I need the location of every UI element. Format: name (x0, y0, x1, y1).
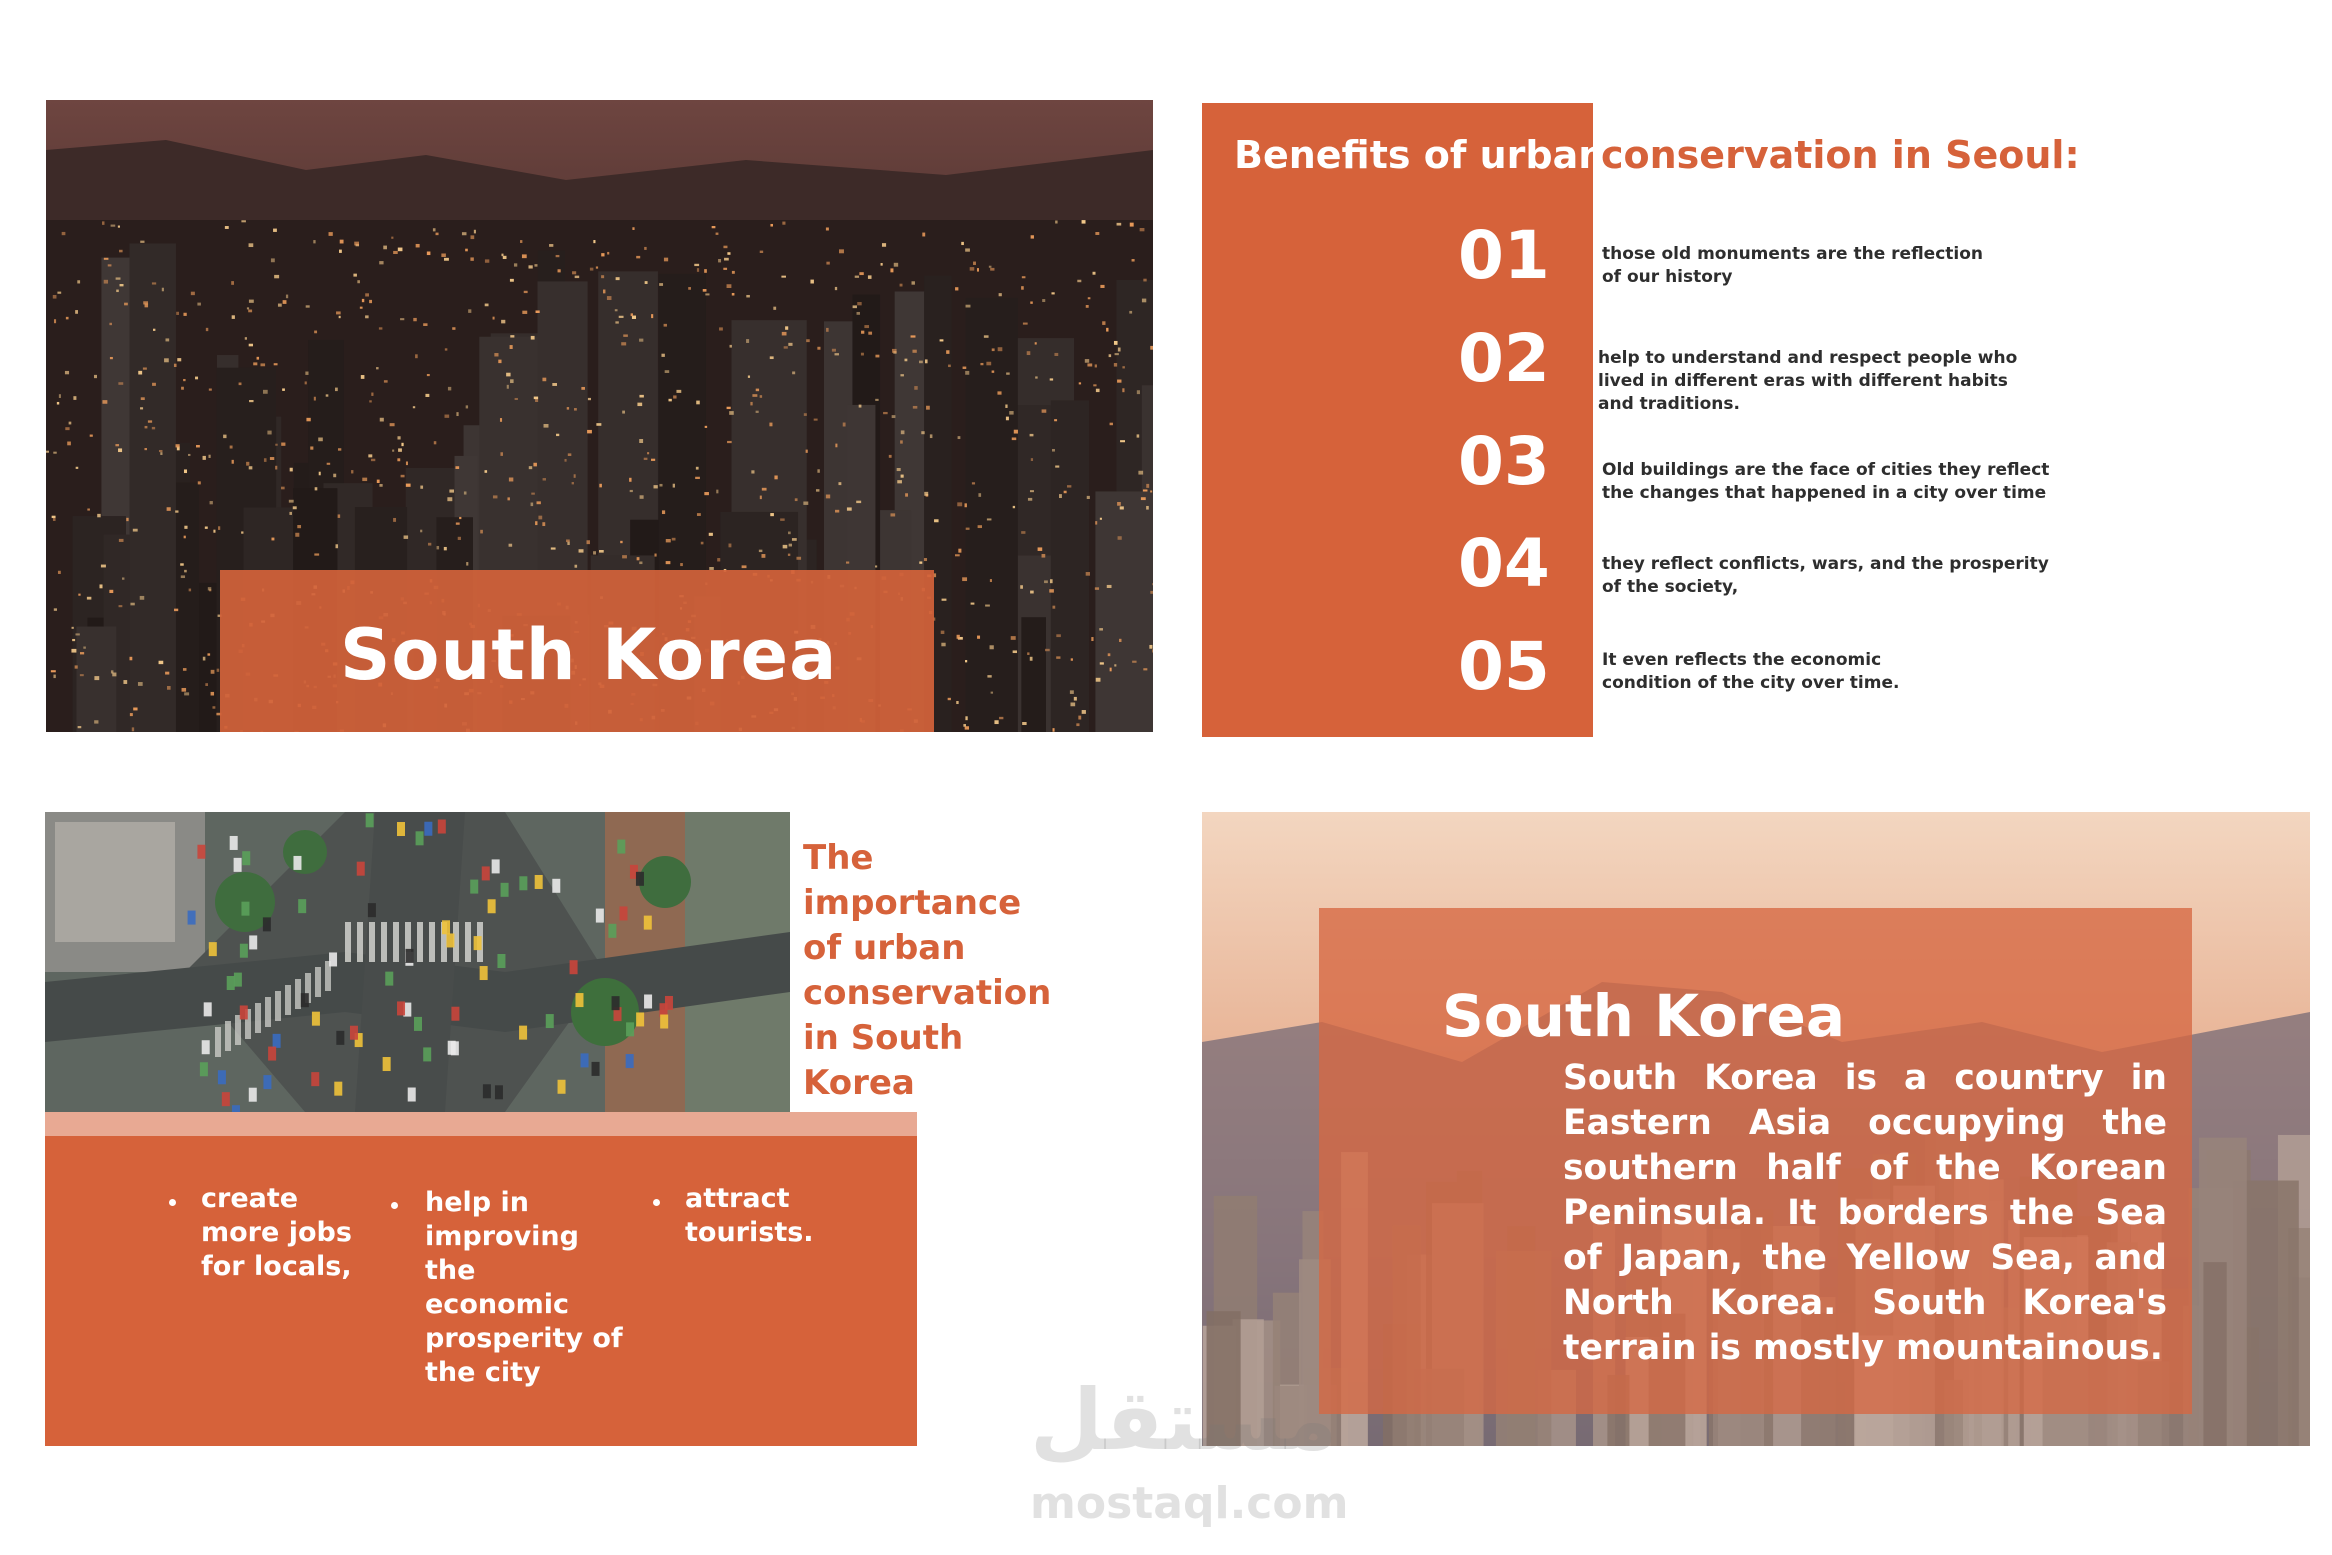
slide-south-korea-night: South Korea (46, 100, 1153, 732)
watermark-logo-latin: mostaql.com (1030, 1478, 1349, 1529)
watermark-logo-arabic: مستقل (1030, 1371, 1338, 1469)
benefit-number: 02 (1458, 320, 1550, 397)
benefit-number: 05 (1458, 628, 1550, 705)
benefit-text: those old monuments are the reflection o… (1602, 244, 1984, 287)
slide-title: South Korea (1442, 982, 1845, 1050)
slide-body-text: South Korea is a country in Eastern Asia… (1563, 1058, 2167, 1368)
slide-importance: The importance of urban conservation in … (45, 812, 1055, 1446)
aerial-intersection-photo (45, 812, 790, 1112)
bullet-dot (391, 1202, 398, 1209)
benefit-number: 03 (1458, 423, 1550, 500)
benefit-number: 01 (1458, 217, 1550, 294)
heading-part-2: conservation in Seoul: (1601, 133, 2080, 177)
bullet-text: attract tourists. (685, 1183, 814, 1248)
slide-benefits: Benefits of urban conservation in Seoul:… (1202, 103, 2142, 737)
bullet-dot (169, 1199, 176, 1206)
slide-title: The importance of urban conservation in … (803, 838, 1052, 1103)
benefit-text: Old buildings are the face of cities the… (1602, 460, 2050, 503)
benefit-number: 04 (1458, 525, 1550, 602)
heading-part-1: Benefits of urban (1234, 133, 1606, 177)
benefit-text: they reflect conflicts, wars, and the pr… (1602, 554, 2049, 597)
translucent-strip (45, 1112, 917, 1136)
slide-title: South Korea (340, 614, 838, 696)
benefit-text: It even reflects the economic condition … (1602, 650, 1900, 693)
bullet-text: help in improving the economic prosperit… (425, 1187, 623, 1388)
bullet-dot (653, 1199, 660, 1206)
title-box: South Korea (220, 570, 934, 732)
slide-south-korea-sunset: South Korea South Korea is a country in … (1202, 812, 2310, 1446)
bullet-text: create more jobs for locals, (201, 1183, 352, 1282)
benefit-text: help to understand and respect people wh… (1598, 348, 2018, 414)
